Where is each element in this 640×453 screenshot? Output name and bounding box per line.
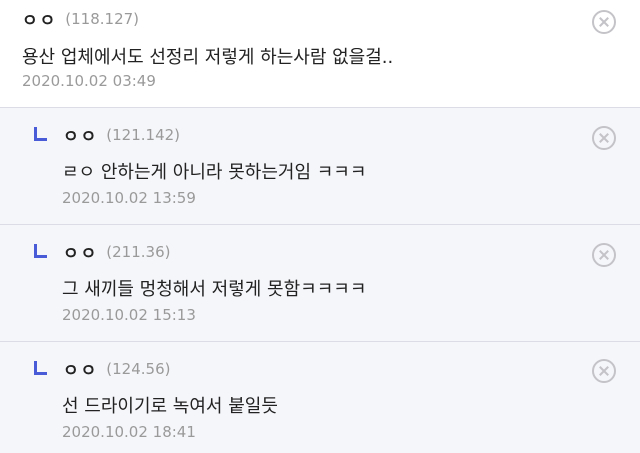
reply-text: ㄹㅇ 안하는게 아니라 못하는거임 ㅋㅋㅋ	[62, 162, 367, 183]
reply-arrow-icon	[34, 126, 47, 141]
reply-meta: ㅇㅇ (121.142)	[34, 122, 180, 147]
reply-meta: ㅇㅇ (124.56)	[34, 356, 170, 381]
reply-arrow-icon	[34, 243, 47, 258]
comment-text: 용산 업체에서도 선정리 저렇게 하는사람 없을걸..	[22, 47, 394, 68]
close-circle-icon[interactable]	[592, 126, 616, 150]
reply-nickname[interactable]: ㅇㅇ	[63, 356, 98, 381]
reply-nickname[interactable]: ㅇㅇ	[63, 122, 98, 147]
close-circle-icon[interactable]	[592, 10, 616, 34]
reply-item: ㅇㅇ (121.142) ㄹㅇ 안하는게 아니라 못하는거임 ㅋㅋㅋ 2020.…	[0, 108, 640, 225]
comment-nickname[interactable]: ㅇㅇ	[22, 6, 57, 31]
reply-meta: ㅇㅇ (211.36)	[34, 239, 170, 264]
reply-date: 2020.10.02 13:59	[62, 189, 196, 207]
comment-ip: (118.127)	[65, 9, 140, 28]
comment-date: 2020.10.02 03:49	[22, 72, 156, 90]
reply-item: ㅇㅇ (211.36) 그 새끼들 멍청해서 저렇게 못함ㅋㅋㅋㅋ 2020.1…	[0, 225, 640, 342]
comment-meta: ㅇㅇ (118.127)	[22, 6, 140, 32]
reply-nickname[interactable]: ㅇㅇ	[63, 239, 98, 264]
reply-item: ㅇㅇ (124.56) 선 드라이기로 녹여서 붙일듯 2020.10.02 1…	[0, 342, 640, 453]
reply-date: 2020.10.02 18:41	[62, 423, 196, 441]
reply-ip: (211.36)	[106, 242, 171, 261]
comment-item: ㅇㅇ (118.127) 용산 업체에서도 선정리 저렇게 하는사람 없을걸..…	[0, 0, 640, 108]
reply-text: 선 드라이기로 녹여서 붙일듯	[62, 396, 278, 417]
reply-text: 그 새끼들 멍청해서 저렇게 못함ㅋㅋㅋㅋ	[62, 279, 367, 300]
reply-date: 2020.10.02 15:13	[62, 306, 196, 324]
close-circle-icon[interactable]	[592, 243, 616, 267]
reply-arrow-icon	[34, 360, 47, 375]
reply-ip: (121.142)	[106, 125, 181, 144]
close-circle-icon[interactable]	[592, 359, 616, 383]
reply-ip: (124.56)	[106, 359, 171, 378]
